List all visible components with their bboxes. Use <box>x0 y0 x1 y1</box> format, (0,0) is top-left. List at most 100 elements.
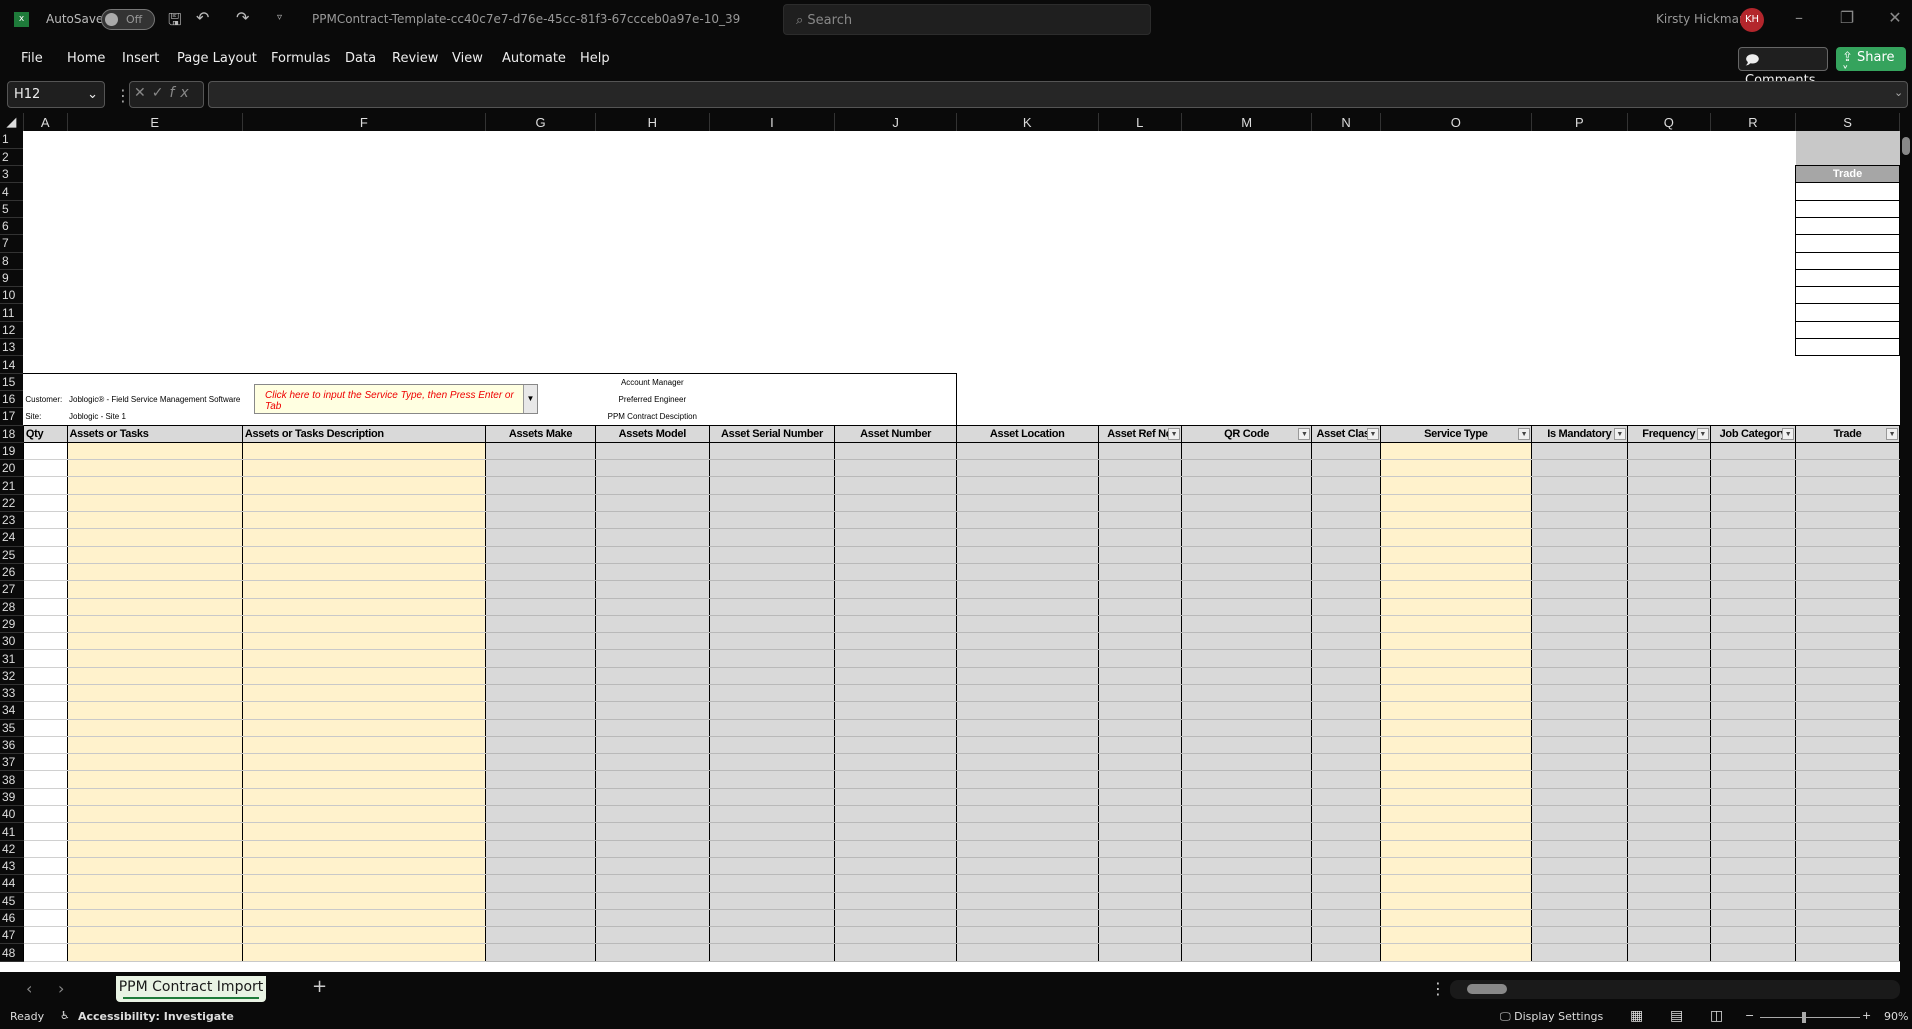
cell[interactable] <box>1380 183 1531 200</box>
column-header-F[interactable]: F <box>242 113 487 131</box>
add-sheet-icon[interactable]: + <box>312 976 327 997</box>
cell[interactable] <box>484 822 597 841</box>
cell[interactable] <box>23 321 67 338</box>
cell[interactable] <box>1626 840 1711 858</box>
cell[interactable] <box>66 788 243 807</box>
cell[interactable] <box>1626 667 1711 686</box>
cell[interactable] <box>1530 857 1628 876</box>
cell[interactable] <box>1531 131 1627 148</box>
cell[interactable] <box>708 822 836 841</box>
cell[interactable] <box>1181 321 1311 338</box>
cell[interactable] <box>1180 857 1313 876</box>
cell[interactable] <box>956 304 1098 321</box>
cell[interactable] <box>595 494 710 513</box>
cell[interactable] <box>1531 339 1627 356</box>
cell[interactable] <box>595 528 710 547</box>
cell[interactable] <box>1530 494 1628 513</box>
column-header-J[interactable]: J <box>834 113 957 131</box>
cell[interactable] <box>1098 304 1181 321</box>
cell[interactable] <box>708 494 836 513</box>
cell[interactable] <box>23 235 67 252</box>
cell[interactable] <box>1311 926 1381 945</box>
menu-home[interactable]: Home <box>67 51 105 66</box>
cell[interactable] <box>595 476 710 495</box>
cell[interactable] <box>66 459 243 478</box>
cell[interactable] <box>1795 892 1900 910</box>
cell[interactable] <box>1180 459 1313 478</box>
cell[interactable] <box>242 269 485 286</box>
cell[interactable] <box>486 356 596 373</box>
cell[interactable] <box>242 183 485 200</box>
cell[interactable] <box>834 442 957 461</box>
cell[interactable] <box>1312 183 1380 200</box>
cell[interactable] <box>22 874 68 893</box>
redo-icon[interactable]: ↷ <box>236 8 249 27</box>
cell[interactable] <box>1181 217 1311 234</box>
cell[interactable] <box>22 615 68 634</box>
cell[interactable] <box>484 892 597 910</box>
cell[interactable] <box>708 546 836 564</box>
cell[interactable] <box>1795 251 1900 270</box>
row-header[interactable]: 24 <box>0 528 24 547</box>
cell[interactable] <box>1379 442 1532 461</box>
cell[interactable] <box>1795 822 1900 841</box>
cell[interactable] <box>956 321 1098 338</box>
cell[interactable] <box>1098 408 1181 425</box>
cell[interactable] <box>1180 909 1313 928</box>
cell[interactable] <box>484 667 597 686</box>
row-header[interactable]: 13 <box>0 338 24 357</box>
row-header[interactable]: 47 <box>0 926 24 945</box>
cell[interactable] <box>595 598 710 616</box>
cell[interactable] <box>1311 857 1381 876</box>
cell[interactable] <box>22 805 68 824</box>
cell[interactable] <box>484 840 597 858</box>
cell[interactable] <box>1709 719 1797 737</box>
enter-icon[interactable]: ✓ <box>152 85 170 101</box>
cell[interactable] <box>956 252 1098 269</box>
cell[interactable] <box>1097 719 1182 737</box>
cell[interactable] <box>955 805 1099 824</box>
row-header[interactable]: 32 <box>0 667 24 686</box>
cell[interactable] <box>1531 200 1627 217</box>
cell[interactable] <box>1795 199 1900 218</box>
cell[interactable] <box>484 874 597 893</box>
cell[interactable] <box>1626 701 1711 720</box>
cell[interactable] <box>1627 304 1710 321</box>
cell[interactable] <box>1530 805 1628 824</box>
cell[interactable] <box>1180 822 1313 841</box>
cell[interactable] <box>709 356 835 373</box>
cell[interactable] <box>595 546 710 564</box>
cell[interactable] <box>66 667 243 686</box>
cell[interactable] <box>1709 580 1797 599</box>
cell[interactable] <box>1627 408 1710 425</box>
cell[interactable] <box>1311 563 1381 582</box>
cell[interactable] <box>596 339 710 356</box>
cell[interactable] <box>1531 235 1627 252</box>
cell[interactable] <box>1626 753 1711 772</box>
cell[interactable] <box>22 926 68 945</box>
expand-formula-icon[interactable]: ⌄ <box>1894 86 1903 99</box>
cell[interactable] <box>956 217 1098 234</box>
cell[interactable] <box>1097 822 1182 841</box>
column-header-S[interactable]: S <box>1795 113 1900 131</box>
cell[interactable] <box>1380 235 1531 252</box>
cell[interactable] <box>242 131 485 148</box>
cell[interactable] <box>1379 511 1532 530</box>
cell[interactable] <box>1709 563 1797 582</box>
cell[interactable] <box>484 511 597 530</box>
cell[interactable] <box>242 235 485 252</box>
filter-dropdown-icon[interactable]: ▼ <box>1696 427 1709 440</box>
cell[interactable] <box>1181 166 1311 183</box>
cell[interactable] <box>1795 805 1900 824</box>
cell[interactable] <box>1795 736 1900 755</box>
cell[interactable] <box>1312 235 1380 252</box>
cell[interactable] <box>596 148 710 165</box>
cell[interactable] <box>1181 373 1311 390</box>
cell[interactable] <box>1098 269 1181 286</box>
row-header[interactable]: 38 <box>0 770 24 789</box>
cell[interactable] <box>708 909 836 928</box>
cell[interactable] <box>241 840 487 858</box>
cell[interactable] <box>242 148 485 165</box>
filter-dropdown-icon[interactable]: ▼ <box>1298 427 1311 440</box>
cell[interactable] <box>1710 148 1795 165</box>
